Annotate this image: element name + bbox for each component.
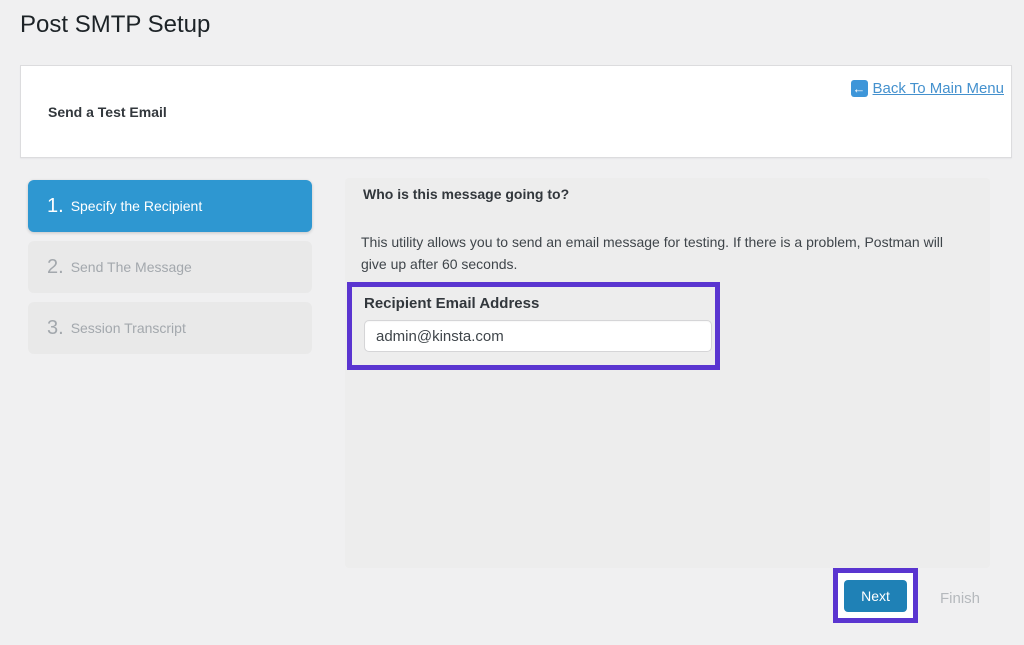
finish-button[interactable]: Finish — [928, 583, 992, 613]
step-number: 1. — [47, 195, 64, 218]
recipient-email-label: Recipient Email Address — [364, 295, 715, 312]
back-arrow-icon[interactable]: ← — [851, 80, 868, 97]
recipient-field-highlight-box: Recipient Email Address — [347, 282, 720, 370]
header-card: Send a Test Email ← Back To Main Menu — [20, 65, 1012, 158]
content-panel: Who is this message going to? This utili… — [345, 178, 990, 568]
step-session-transcript[interactable]: 3. Session Transcript — [28, 302, 312, 354]
description-text: This utility allows you to send an email… — [361, 231, 966, 275]
page-title: Post SMTP Setup — [20, 9, 210, 40]
step-number: 3. — [47, 317, 64, 340]
question-heading: Who is this message going to? — [363, 186, 569, 202]
step-send-message[interactable]: 2. Send The Message — [28, 241, 312, 293]
card-title: Send a Test Email — [48, 104, 167, 120]
step-specify-recipient[interactable]: 1. Specify the Recipient — [28, 180, 312, 232]
recipient-email-input[interactable] — [364, 320, 712, 352]
wizard-steps: 1. Specify the Recipient 2. Send The Mes… — [28, 180, 312, 363]
back-link-label: Back To Main Menu — [873, 80, 1004, 97]
next-button[interactable]: Next — [844, 580, 907, 612]
back-to-main-menu-link[interactable]: ← Back To Main Menu — [851, 80, 1004, 97]
post-smtp-setup-page: Post SMTP Setup Send a Test Email ← Back… — [0, 0, 1024, 645]
step-label: Specify the Recipient — [71, 198, 203, 214]
next-button-highlight-box: Next — [833, 568, 918, 623]
step-label: Send The Message — [71, 259, 192, 275]
step-number: 2. — [47, 256, 64, 279]
step-label: Session Transcript — [71, 320, 186, 336]
